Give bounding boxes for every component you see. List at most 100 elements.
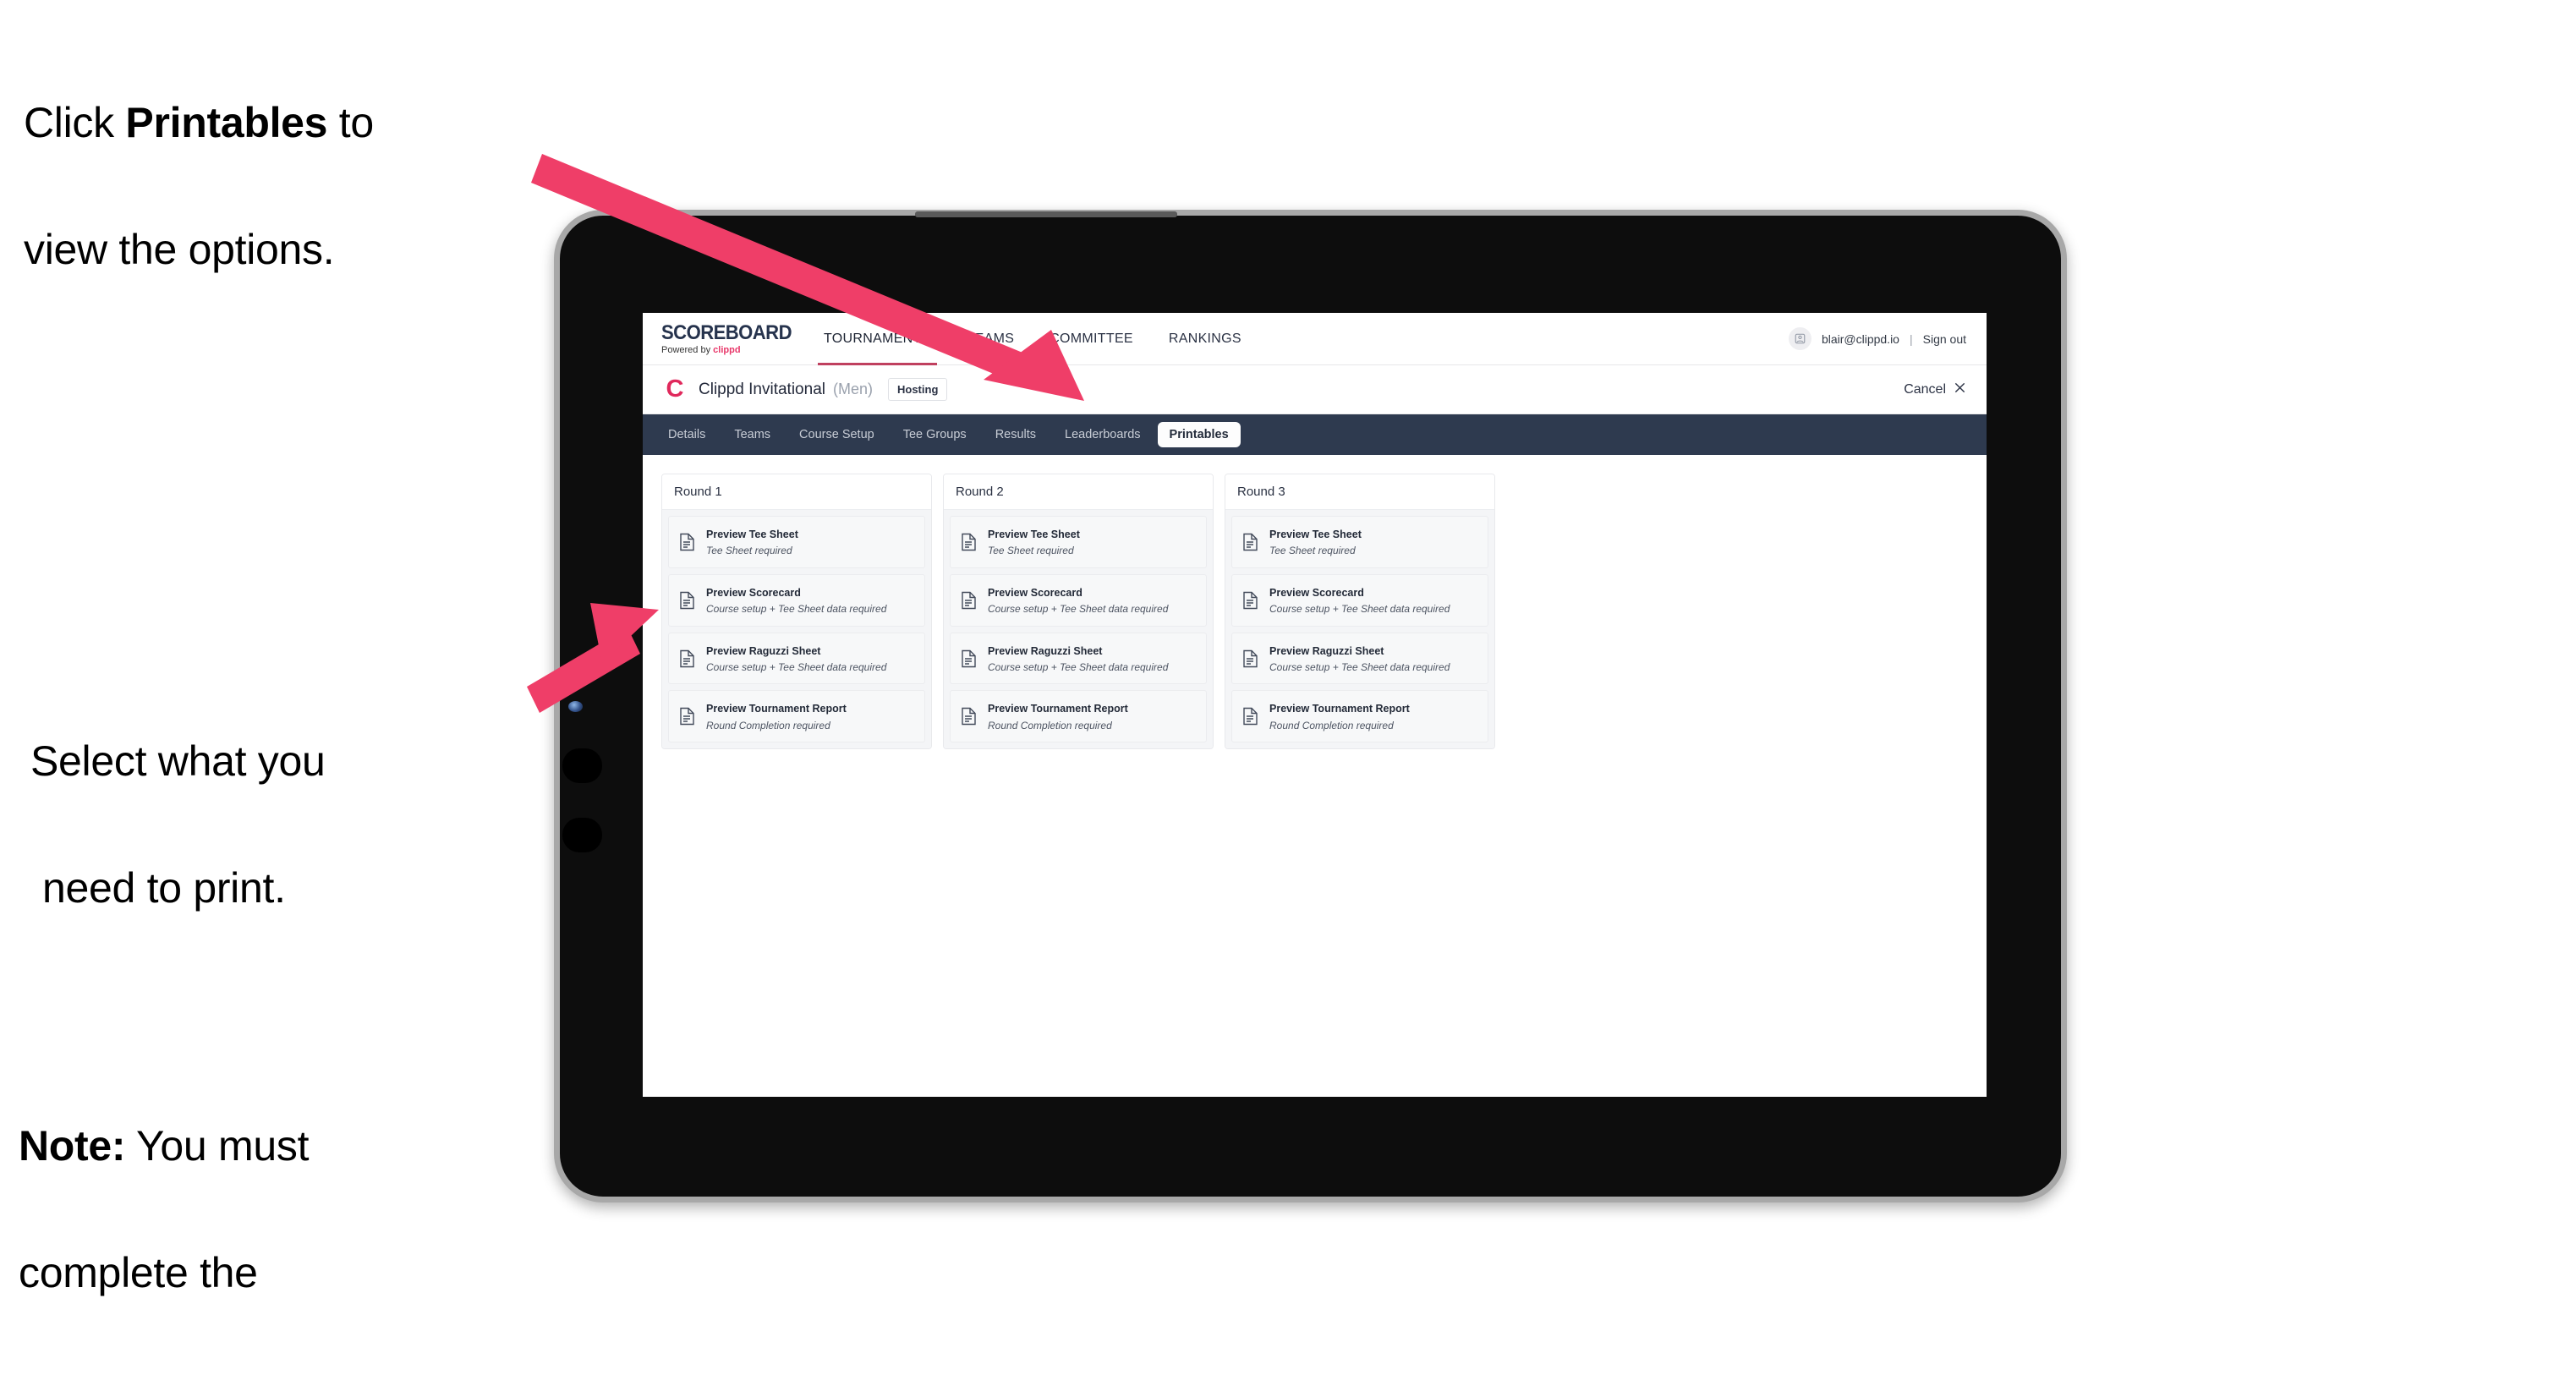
printable-preview-raguzzi-sheet[interactable]: Preview Raguzzi Sheet Course setup + Tee … xyxy=(950,632,1207,685)
round-items: Preview Tee Sheet Tee Sheet required Prev… xyxy=(1225,510,1494,749)
tablet-device-frame: SCOREBOARD Powered by clippd TOURNAMENTS… xyxy=(554,210,2067,1202)
tab-details[interactable]: Details xyxy=(656,422,717,447)
printable-subtitle: Course setup + Tee Sheet data required xyxy=(706,603,887,616)
callout-click-printables: Click Printables to view the options. xyxy=(24,17,582,355)
callout1-bold: Printables xyxy=(125,99,328,146)
document-icon xyxy=(961,707,977,726)
callout1-pre: Click xyxy=(24,99,126,146)
tournament-gender: (Men) xyxy=(832,381,873,397)
document-icon xyxy=(1242,649,1258,668)
printable-title: Preview Tee Sheet xyxy=(1269,529,1362,540)
printable-title: Preview Tee Sheet xyxy=(988,529,1080,540)
printable-subtitle: Course setup + Tee Sheet data required xyxy=(988,603,1169,616)
brand-subtitle: Powered by clippd xyxy=(661,344,791,355)
printable-preview-scorecard[interactable]: Preview Scorecard Course setup + Tee Shee… xyxy=(1231,573,1488,627)
tab-course-setup[interactable]: Course Setup xyxy=(787,422,886,447)
cancel-label: Cancel xyxy=(1904,381,1946,397)
printable-preview-scorecard[interactable]: Preview Scorecard Course setup + Tee Shee… xyxy=(668,573,925,627)
round-title: Round 3 xyxy=(1225,474,1494,510)
sign-out-link[interactable]: Sign out xyxy=(1923,332,1966,346)
printable-title: Preview Tee Sheet xyxy=(706,529,798,540)
printable-subtitle: Tee Sheet required xyxy=(1269,545,1356,557)
printable-subtitle: Round Completion required xyxy=(1269,719,1394,731)
printable-preview-tee-sheet[interactable]: Preview Tee Sheet Tee Sheet required xyxy=(668,516,925,568)
printable-preview-tournament-report[interactable]: Preview Tournament Report Round Completio… xyxy=(950,690,1207,743)
volume-up-button[interactable] xyxy=(562,748,602,783)
document-icon xyxy=(1242,533,1258,551)
printable-subtitle: Round Completion required xyxy=(988,719,1112,731)
nav-item-teams[interactable]: TEAMS xyxy=(949,313,1033,365)
document-icon xyxy=(1242,591,1258,610)
user-area: blair@clippd.io | Sign out xyxy=(1788,327,1987,350)
printable-subtitle: Round Completion required xyxy=(706,719,830,731)
round-items: Preview Tee Sheet Tee Sheet required Prev… xyxy=(944,510,1213,749)
tournament-name: Clippd Invitational xyxy=(699,380,825,398)
round-column-3: Round 3 Preview Tee Sheet Tee Sheet requi… xyxy=(1225,474,1495,750)
callout3-rest: You must xyxy=(125,1122,310,1170)
printable-title: Preview Scorecard xyxy=(1269,586,1364,599)
callout1-line2: view the options. xyxy=(24,226,335,273)
app-screen: SCOREBOARD Powered by clippd TOURNAMENTS… xyxy=(643,313,1987,1097)
printable-subtitle: Course setup + Tee Sheet data required xyxy=(988,661,1169,674)
printable-preview-raguzzi-sheet[interactable]: Preview Raguzzi Sheet Course setup + Tee … xyxy=(1231,632,1488,685)
tab-leaderboards[interactable]: Leaderboards xyxy=(1053,422,1153,447)
callout-select-what-to-print: Select what you need to print. xyxy=(30,655,555,994)
volume-down-button[interactable] xyxy=(562,818,602,852)
printable-preview-raguzzi-sheet[interactable]: Preview Raguzzi Sheet Course setup + Tee … xyxy=(668,632,925,685)
round-title: Round 2 xyxy=(944,474,1213,510)
nav-item-tournaments[interactable]: TOURNAMENTS xyxy=(806,313,949,365)
status-badge: Hosting xyxy=(888,378,948,401)
nav-item-committee[interactable]: COMMITTEE xyxy=(1032,313,1151,365)
printables-content: Round 1 Preview Tee Sheet Tee Sheet requi… xyxy=(643,455,1987,1097)
powered-by-text: Powered by xyxy=(661,344,711,355)
printable-title: Preview Raguzzi Sheet xyxy=(706,644,821,657)
tab-teams[interactable]: Teams xyxy=(722,422,782,447)
tournament-header-bar: C Clippd Invitational (Men) Hosting Canc… xyxy=(643,365,1987,414)
callout3-line3: tournament set-up xyxy=(19,1378,678,1386)
printable-preview-scorecard[interactable]: Preview Scorecard Course setup + Tee Shee… xyxy=(950,573,1207,627)
document-icon xyxy=(961,591,977,610)
round-column-2: Round 2 Preview Tee Sheet Tee Sheet requi… xyxy=(943,474,1214,750)
callout3-note-label: Note: xyxy=(19,1122,126,1170)
document-icon xyxy=(679,707,695,726)
scoreboard-logo[interactable]: SCOREBOARD Powered by clippd xyxy=(643,322,792,355)
printable-subtitle: Tee Sheet required xyxy=(988,545,1074,557)
top-navigation-bar: SCOREBOARD Powered by clippd TOURNAMENTS… xyxy=(643,313,1987,365)
printable-subtitle: Course setup + Tee Sheet data required xyxy=(706,661,887,674)
section-tabs: Details Teams Course Setup Tee Groups Re… xyxy=(643,414,1987,455)
printable-title: Preview Scorecard xyxy=(706,586,801,599)
printable-title: Preview Tournament Report xyxy=(988,703,1128,715)
camera-icon xyxy=(568,701,583,712)
nav-item-rankings[interactable]: RANKINGS xyxy=(1151,313,1259,365)
printable-preview-tee-sheet[interactable]: Preview Tee Sheet Tee Sheet required xyxy=(1231,516,1488,568)
screenshot-root: Click Printables to view the options. Se… xyxy=(0,0,2576,1386)
document-icon xyxy=(679,649,695,668)
cancel-button[interactable]: Cancel xyxy=(1904,381,1966,398)
document-icon xyxy=(1242,707,1258,726)
tab-tee-groups[interactable]: Tee Groups xyxy=(891,422,978,447)
printable-subtitle: Course setup + Tee Sheet data required xyxy=(1269,603,1450,616)
main-nav: TOURNAMENTS TEAMS COMMITTEE RANKINGS xyxy=(806,313,1259,365)
printable-title: Preview Raguzzi Sheet xyxy=(988,644,1103,657)
close-icon xyxy=(1954,381,1966,398)
avatar[interactable] xyxy=(1788,327,1811,350)
round-column-1: Round 1 Preview Tee Sheet Tee Sheet requi… xyxy=(661,474,932,750)
printable-title: Preview Raguzzi Sheet xyxy=(1269,644,1384,657)
callout2-line1: Select what you xyxy=(30,737,326,785)
round-items: Preview Tee Sheet Tee Sheet required Prev… xyxy=(662,510,931,749)
document-icon xyxy=(961,649,977,668)
printable-title: Preview Tournament Report xyxy=(1269,703,1410,715)
printable-preview-tournament-report[interactable]: Preview Tournament Report Round Completio… xyxy=(1231,690,1488,743)
printable-preview-tournament-report[interactable]: Preview Tournament Report Round Completio… xyxy=(668,690,925,743)
tab-printables[interactable]: Printables xyxy=(1157,422,1241,447)
callout1-post: to xyxy=(327,99,374,146)
document-icon xyxy=(679,533,695,551)
tab-results[interactable]: Results xyxy=(984,422,1048,447)
rounds-container: Round 1 Preview Tee Sheet Tee Sheet requi… xyxy=(661,474,1968,750)
document-icon xyxy=(679,591,695,610)
tablet-speaker-notch xyxy=(915,211,1177,217)
round-title: Round 1 xyxy=(662,474,931,510)
printable-preview-tee-sheet[interactable]: Preview Tee Sheet Tee Sheet required xyxy=(950,516,1207,568)
printable-title: Preview Scorecard xyxy=(988,586,1082,599)
callout2-line2: need to print. xyxy=(42,864,286,912)
